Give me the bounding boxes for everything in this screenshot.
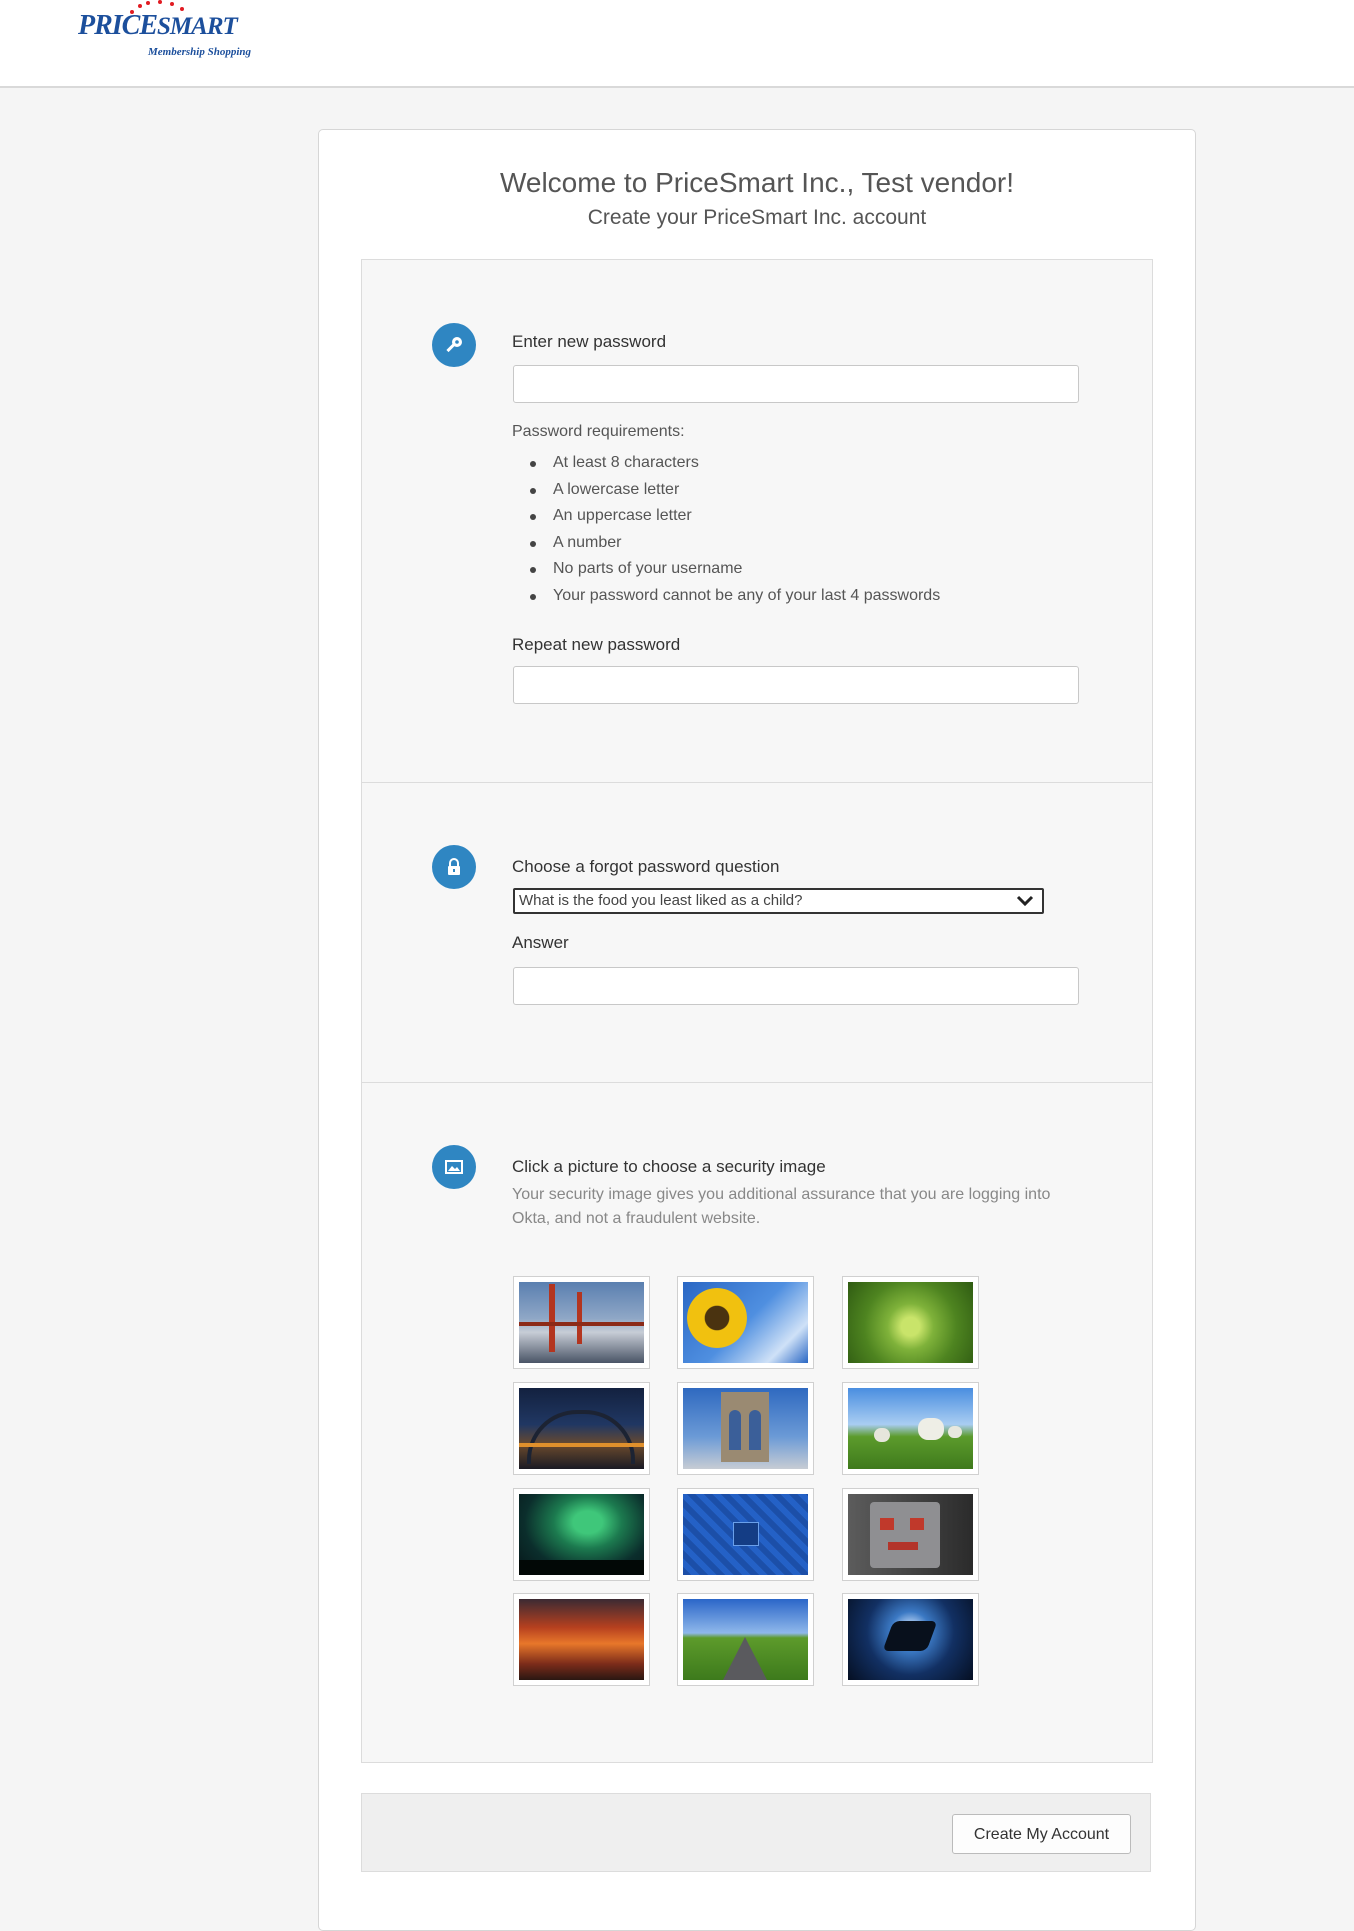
security-image-lambs-in-field[interactable]: [842, 1382, 979, 1475]
password-requirements-title: Password requirements:: [512, 423, 685, 440]
security-image-harbour-bridge-night[interactable]: [513, 1382, 650, 1475]
requirement-item: No parts of your username: [512, 556, 940, 583]
top-header: PRICESMART Membership Shopping: [0, 0, 1354, 88]
recovery-question-label: Choose a forgot password question: [512, 857, 780, 876]
logo-tagline: Membership Shopping: [148, 46, 251, 58]
signup-card: Welcome to PriceSmart Inc., Test vendor!…: [318, 129, 1196, 1931]
key-icon: [432, 323, 476, 367]
requirement-item: Your password cannot be any of your last…: [512, 583, 940, 610]
recovery-section: Choose a forgot password question What i…: [362, 782, 1152, 1083]
security-image-sunset-clouds[interactable]: [513, 1593, 650, 1686]
password-requirements-list: At least 8 characters A lowercase letter…: [512, 450, 940, 610]
security-image-golden-gate-bridge[interactable]: [513, 1276, 650, 1369]
security-image-blue-circuit-board[interactable]: [677, 1488, 814, 1581]
recovery-question-select[interactable]: What is the food you least liked as a ch…: [513, 888, 1044, 914]
security-image-title: Click a picture to choose a security ima…: [512, 1157, 826, 1176]
image-icon: [432, 1145, 476, 1189]
answer-label: Answer: [512, 933, 569, 952]
security-image-green-succulent[interactable]: [842, 1276, 979, 1369]
answer-input[interactable]: [513, 967, 1079, 1005]
requirement-item: A number: [512, 530, 940, 557]
security-image-description: Your security image gives you additional…: [512, 1186, 1051, 1227]
requirement-item: At least 8 characters: [512, 450, 940, 477]
security-image-robot-toy[interactable]: [842, 1488, 979, 1581]
lock-icon: [432, 845, 476, 889]
repeat-password-input[interactable]: [513, 666, 1079, 704]
requirement-item: A lowercase letter: [512, 477, 940, 504]
repeat-password-label: Repeat new password: [512, 635, 681, 654]
recovery-question-value: What is the food you least liked as a ch…: [519, 892, 803, 909]
new-password-input[interactable]: [513, 365, 1079, 403]
requirement-item: An uppercase letter: [512, 503, 940, 530]
welcome-title: Welcome to PriceSmart Inc., Test vendor!: [499, 167, 1015, 198]
new-password-label: Enter new password: [512, 332, 667, 351]
signup-form-panel: Enter new password Password requirements…: [361, 259, 1153, 1763]
welcome-subtitle: Create your PriceSmart Inc. account: [587, 206, 927, 229]
security-image-sunflower[interactable]: [677, 1276, 814, 1369]
pricesmart-logo[interactable]: PRICESMART Membership Shopping: [78, 0, 298, 70]
password-section: Enter new password Password requirements…: [362, 260, 1152, 782]
security-image-northern-lights[interactable]: [513, 1488, 650, 1581]
security-image-section: Click a picture to choose a security ima…: [362, 1082, 1152, 1763]
chevron-down-icon: [1016, 894, 1034, 913]
logo-brand: PRICESMART: [78, 10, 238, 41]
security-image-brooklyn-bridge[interactable]: [677, 1382, 814, 1475]
security-image-country-road[interactable]: [677, 1593, 814, 1686]
form-footer: Create My Account: [361, 1793, 1151, 1872]
security-image-manta-ray[interactable]: [842, 1593, 979, 1686]
create-account-button[interactable]: Create My Account: [952, 1814, 1131, 1854]
